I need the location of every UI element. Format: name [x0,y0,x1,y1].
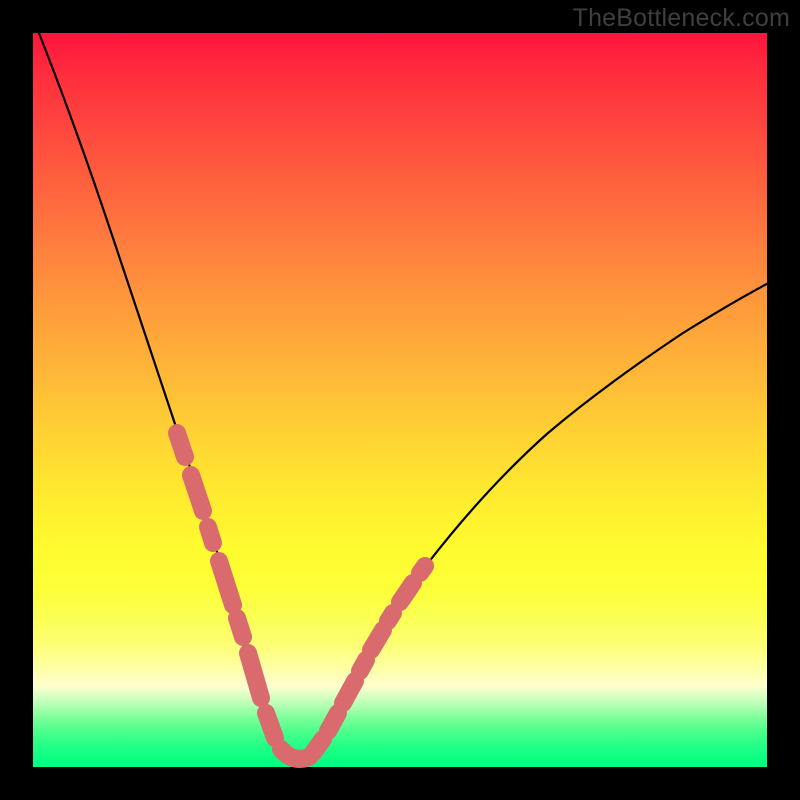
highlight-right-2 [343,681,355,703]
highlight-right-3 [360,660,366,671]
highlight-left-2 [191,475,203,511]
highlight-right-1 [328,713,338,731]
curve-svg [33,33,767,767]
highlight-left-5 [237,618,243,637]
highlight-right-6 [400,583,413,602]
highlight-right-4 [371,630,383,650]
highlight-left-1 [177,433,185,457]
watermark-text: TheBottleneck.com [573,4,790,33]
highlight-left-6 [248,653,261,698]
highlight-right-7 [420,566,425,573]
plot-area [33,33,767,767]
highlight-valley-3 [313,739,323,753]
highlight-left-3 [208,527,213,543]
bottleneck-curve [33,18,778,760]
highlight-right-5 [388,613,393,621]
highlight-left-4 [219,561,233,605]
chart-frame: TheBottleneck.com [0,0,800,800]
highlight-valley-1 [266,713,275,738]
